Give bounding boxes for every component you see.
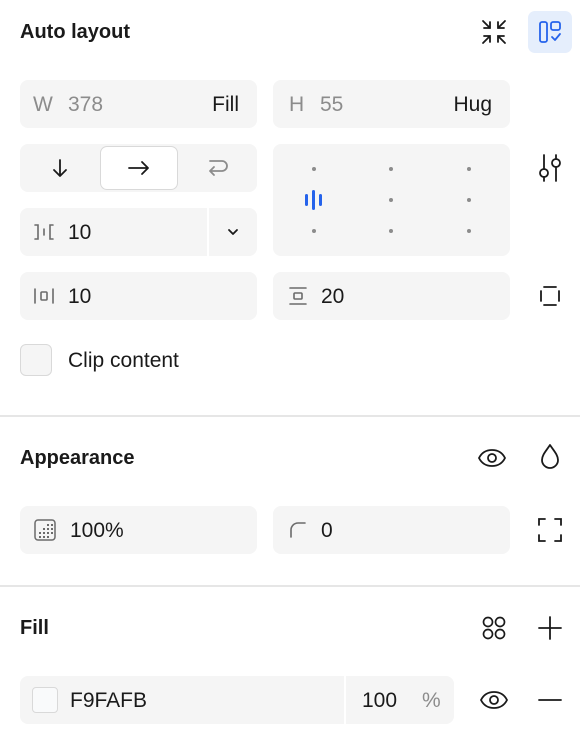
- independent-corners-icon[interactable]: [530, 510, 570, 550]
- align-dot[interactable]: [312, 229, 316, 233]
- divider: [0, 415, 580, 417]
- layer-opacity-value: 100%: [70, 519, 124, 542]
- fill-hex-value[interactable]: F9FAFB: [70, 690, 147, 711]
- styles-grid-icon[interactable]: [474, 608, 514, 648]
- vertical-padding-icon: [287, 286, 309, 306]
- clip-content-label[interactable]: Clip content: [68, 350, 179, 371]
- auto-layout-title: Auto layout: [20, 21, 130, 43]
- vertical-padding-field[interactable]: 20: [273, 272, 510, 320]
- corner-radius-value: 0: [321, 519, 333, 542]
- wrap-icon: [208, 160, 228, 176]
- height-mode[interactable]: Hug: [453, 94, 492, 115]
- chevron-down-icon: [228, 229, 238, 235]
- width-field[interactable]: W 378 Fill: [20, 80, 257, 128]
- opacity-icon: [34, 519, 56, 541]
- gap-icon: [33, 222, 55, 242]
- individual-padding-icon[interactable]: [530, 276, 570, 316]
- fill-color-swatch[interactable]: [32, 687, 58, 713]
- fill-row[interactable]: F9FAFB 100 %: [20, 676, 454, 724]
- clip-content-checkbox[interactable]: [20, 344, 52, 376]
- vertical-padding-value: 20: [321, 285, 345, 308]
- direction-control: [20, 144, 257, 192]
- auto-layout-suggestion-icon[interactable]: [528, 11, 572, 53]
- corner-radius-field[interactable]: 0: [273, 506, 510, 554]
- add-fill-icon[interactable]: [530, 608, 570, 648]
- align-selected-indicator[interactable]: [303, 190, 325, 210]
- align-dot[interactable]: [389, 198, 393, 202]
- width-mode[interactable]: Fill: [212, 94, 239, 115]
- direction-horizontal-button[interactable]: [100, 146, 178, 190]
- direction-wrap-button[interactable]: [178, 144, 257, 192]
- arrow-down-icon: [53, 159, 67, 177]
- remove-fill-icon[interactable]: [530, 680, 570, 720]
- fill-visibility-eye-icon[interactable]: [474, 680, 514, 720]
- align-dot[interactable]: [467, 229, 471, 233]
- height-prefix: H: [289, 93, 305, 116]
- align-dot[interactable]: [467, 167, 471, 171]
- gap-dropdown-button[interactable]: [209, 208, 257, 256]
- direction-vertical-button[interactable]: [20, 144, 100, 192]
- alignment-grid[interactable]: [273, 144, 510, 256]
- width-prefix: W: [33, 93, 53, 116]
- drop-icon[interactable]: [530, 436, 570, 478]
- fill-opacity-value[interactable]: 100: [362, 690, 397, 711]
- width-value: 378: [68, 93, 104, 116]
- eye-icon[interactable]: [472, 438, 512, 478]
- align-dot[interactable]: [467, 198, 471, 202]
- height-value: 55: [320, 93, 344, 116]
- arrow-right-icon: [128, 161, 149, 175]
- layer-opacity-field[interactable]: 100%: [20, 506, 257, 554]
- height-field[interactable]: H 55 Hug: [273, 80, 510, 128]
- divider: [0, 585, 580, 587]
- gap-field[interactable]: 10: [20, 208, 257, 256]
- corner-radius-icon: [289, 521, 307, 539]
- fill-opacity-unit: %: [422, 689, 441, 712]
- collapse-icon[interactable]: [474, 12, 514, 52]
- appearance-title: Appearance: [20, 447, 135, 469]
- gap-value: 10: [68, 221, 92, 244]
- align-dot[interactable]: [312, 167, 316, 171]
- horizontal-padding-icon: [33, 286, 55, 306]
- align-dot[interactable]: [389, 229, 393, 233]
- fill-title: Fill: [20, 617, 49, 639]
- sliders-icon[interactable]: [530, 148, 570, 188]
- align-dot[interactable]: [389, 167, 393, 171]
- horizontal-padding-value: 10: [68, 285, 92, 308]
- horizontal-padding-field[interactable]: 10: [20, 272, 257, 320]
